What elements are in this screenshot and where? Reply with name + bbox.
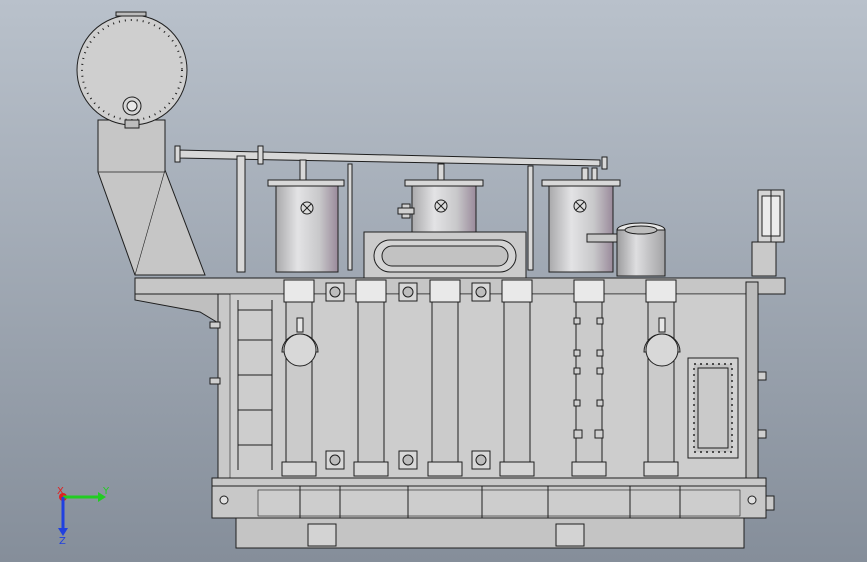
tank-base[interactable] [211,477,775,549]
transformer-3d-model-view[interactable]: X Y Z [0,0,867,562]
inspection-hatch[interactable] [687,357,739,459]
triad-x-label: X [57,486,64,497]
bushing-tank-2[interactable] [404,179,484,237]
bushing-tank-3[interactable] [541,179,621,273]
triad-y-label: Y [102,486,110,497]
triad-z-label: Z [59,536,66,547]
bushing-tank-1[interactable] [267,179,345,273]
tap-changer-drum[interactable] [616,222,666,277]
central-cover-box[interactable] [363,231,527,279]
cad-viewport[interactable]: X Y Z [0,0,867,562]
